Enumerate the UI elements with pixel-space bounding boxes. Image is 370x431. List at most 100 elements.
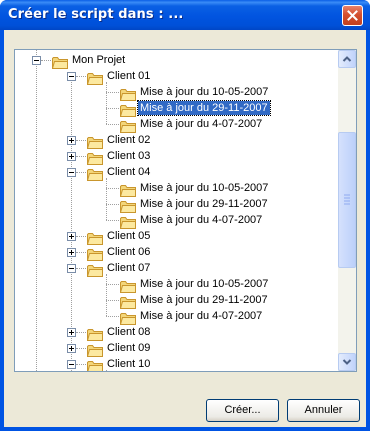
tree-item-client[interactable]: Client 01	[15, 68, 335, 85]
minus-icon	[69, 364, 74, 365]
folder-icon	[86, 342, 103, 357]
plus-icon	[69, 234, 74, 239]
tree-item-update[interactable]: Mise à jour du 29-11-2007	[15, 100, 335, 117]
folder-icon	[87, 358, 103, 371]
title-bar[interactable]: Créer le script dans : ...	[0, 0, 370, 30]
plus-icon	[69, 138, 74, 143]
folder-icon	[86, 230, 103, 245]
tree-item-client[interactable]: Client 03	[15, 148, 335, 165]
tree-item-label: Mise à jour du 29-11-2007	[140, 294, 268, 306]
tree-connector	[106, 178, 107, 220]
folder-icon	[86, 326, 103, 341]
tree-item-client[interactable]: Client 02	[15, 132, 335, 149]
tree-item-update[interactable]: Mise à jour du 4-07-2007	[15, 212, 335, 229]
chevron-down-icon	[342, 359, 352, 365]
tree-item-update[interactable]: Mise à jour du 10-05-2007	[15, 276, 335, 293]
scroll-up-button[interactable]	[338, 50, 356, 68]
folder-icon	[86, 134, 103, 149]
folder-icon	[119, 102, 136, 117]
tree-item-project[interactable]: Mon Projet	[15, 52, 335, 69]
tree-item-label: Client 04	[107, 166, 151, 178]
tree-item-label: Client 10	[107, 358, 151, 370]
minus-icon	[69, 268, 74, 269]
expand-toggle[interactable]	[67, 344, 76, 353]
tree-item-client[interactable]: Client 09	[15, 340, 335, 357]
folder-icon	[119, 278, 136, 293]
chevron-up-icon	[342, 56, 352, 62]
expand-toggle[interactable]	[67, 232, 76, 241]
tree-item-label: Mise à jour du 10-05-2007	[140, 278, 269, 290]
expand-toggle[interactable]	[67, 152, 76, 161]
expand-toggle[interactable]	[67, 328, 76, 337]
tree-item-client[interactable]: Client 08	[15, 324, 335, 341]
folder-icon	[119, 182, 136, 197]
tree-item-label: Mise à jour du 29-11-2007	[140, 198, 268, 210]
tree-item-label: Client 08	[107, 326, 151, 338]
tree-item-client[interactable]: Client 10	[15, 356, 335, 371]
minus-icon	[34, 60, 39, 61]
expand-toggle[interactable]	[67, 248, 76, 257]
tree-item-label: Mise à jour du 10-05-2007	[140, 182, 269, 194]
folder-icon	[119, 214, 136, 229]
tree-item-client[interactable]: Client 05	[15, 228, 335, 245]
tree-item-label: Mise à jour du 29-11-2007	[137, 100, 271, 116]
collapse-toggle[interactable]	[67, 360, 76, 369]
create-button[interactable]: Créer...	[206, 399, 279, 422]
tree-item-label: Mise à jour du 10-05-2007	[140, 86, 269, 98]
plus-icon	[69, 250, 74, 255]
folder-icon	[86, 150, 103, 165]
expand-toggle[interactable]	[67, 136, 76, 145]
tree-item-client[interactable]: Client 04	[15, 164, 335, 181]
folder-tree[interactable]: Mon Projet Client 01 Mise à jour du 10-05-…	[14, 49, 357, 372]
tree-item-label: Mise à jour du 4-07-2007	[140, 310, 263, 322]
folder-icon	[119, 294, 136, 309]
tree-connector	[106, 274, 107, 316]
collapse-toggle[interactable]	[67, 72, 76, 81]
plus-icon	[69, 330, 74, 335]
folder-icon	[51, 54, 68, 69]
tree-item-update[interactable]: Mise à jour du 10-05-2007	[15, 180, 335, 197]
tree-item-label: Mise à jour du 4-07-2007	[140, 118, 263, 130]
tree-item-label: Client 05	[107, 230, 151, 242]
folder-icon	[119, 198, 136, 213]
folder-icon	[119, 86, 136, 101]
tree-item-client[interactable]: Client 06	[15, 244, 335, 261]
tree-item-label: Mon Projet	[72, 54, 126, 66]
tree-item-update[interactable]: Mise à jour du 29-11-2007	[15, 196, 335, 213]
tree-item-label: Client 03	[107, 150, 151, 162]
tree-item-label: Client 06	[107, 246, 151, 258]
close-button[interactable]	[342, 5, 363, 26]
tree-item-client[interactable]: Client 07	[15, 260, 335, 277]
collapse-toggle[interactable]	[67, 168, 76, 177]
plus-icon	[69, 154, 74, 159]
scroll-down-button[interactable]	[338, 353, 356, 371]
dialog-body: Mon Projet Client 01 Mise à jour du 10-05-…	[4, 30, 366, 427]
tree-item-label: Client 01	[107, 70, 151, 82]
folder-icon	[119, 118, 136, 133]
minus-icon	[69, 172, 74, 173]
folder-icon	[86, 166, 103, 181]
folder-icon	[86, 262, 103, 277]
cancel-button[interactable]: Annuler	[287, 399, 360, 422]
plus-icon	[69, 346, 74, 351]
collapse-toggle[interactable]	[67, 264, 76, 273]
vertical-scrollbar[interactable]	[338, 50, 356, 371]
tree-item-update[interactable]: Mise à jour du 10-05-2007	[15, 84, 335, 101]
tree-connector	[106, 370, 107, 371]
close-icon	[347, 10, 358, 21]
folder-icon	[86, 70, 103, 85]
tree-item-update[interactable]: Mise à jour du 29-11-2007	[15, 292, 335, 309]
tree-item-label: Client 07	[107, 262, 151, 274]
collapse-toggle[interactable]	[32, 56, 41, 65]
tree-item-label: Mise à jour du 4-07-2007	[140, 214, 263, 226]
scroll-thumb[interactable]	[338, 132, 356, 268]
dialog-window: Créer le script dans : ... Mon Projet Cli…	[0, 0, 370, 431]
tree-connector	[106, 82, 107, 124]
tree-item-label: Client 02	[107, 134, 151, 146]
tree-item-update[interactable]: Mise à jour du 4-07-2007	[15, 308, 335, 325]
folder-icon	[86, 246, 103, 261]
tree-item-update[interactable]: Mise à jour du 4-07-2007	[15, 116, 335, 133]
grip-icon	[344, 194, 350, 205]
minus-icon	[69, 76, 74, 77]
window-title: Créer le script dans : ...	[8, 7, 184, 22]
